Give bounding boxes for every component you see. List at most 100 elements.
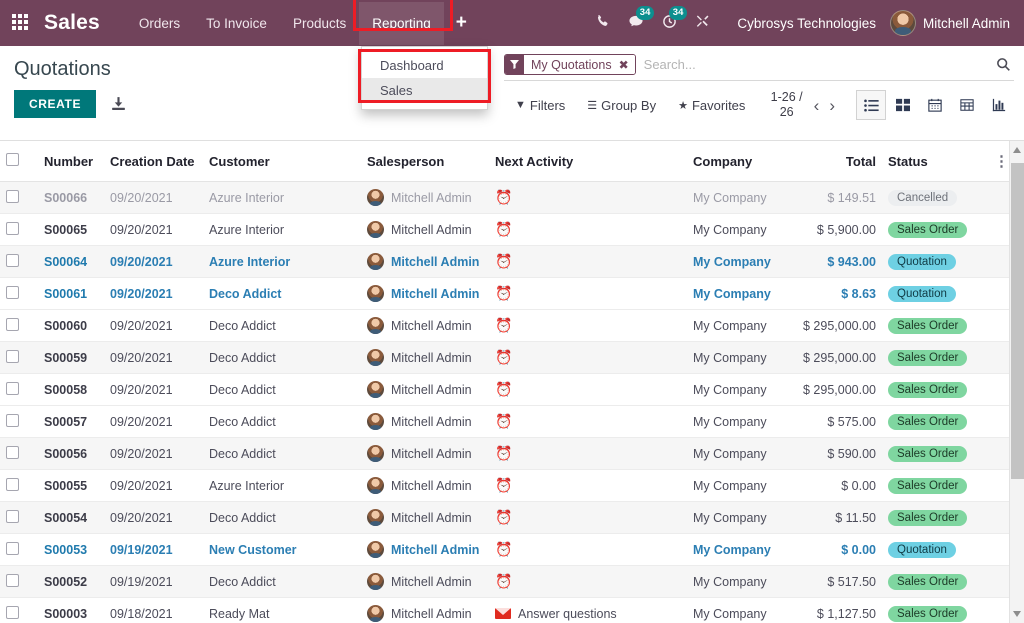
create-button[interactable]: CREATE [14, 90, 96, 118]
mail-envelope-icon[interactable] [495, 608, 511, 619]
column-header-company[interactable]: Company [687, 141, 792, 182]
cell-number[interactable]: S00054 [38, 502, 104, 534]
import-download-icon[interactable] [110, 96, 127, 113]
row-checkbox[interactable] [6, 382, 19, 395]
search-input[interactable] [636, 55, 988, 75]
column-header-customer[interactable]: Customer [203, 141, 361, 182]
cell-number[interactable]: S00003 [38, 598, 104, 623]
scroll-up-arrow[interactable] [1013, 147, 1021, 153]
column-header-next-activity[interactable]: Next Activity [489, 141, 687, 182]
dropdown-item-dashboard[interactable]: Dashboard [362, 53, 487, 78]
cell-number[interactable]: S00061 [38, 278, 104, 310]
pager-count[interactable]: 1-26 / 26 [765, 90, 809, 120]
clock-icon[interactable]: ⏰ [495, 381, 512, 398]
row-checkbox[interactable] [6, 222, 19, 235]
clock-icon[interactable]: ⏰ [495, 509, 512, 526]
nav-item-to-invoice[interactable]: To Invoice [193, 2, 280, 45]
table-row[interactable]: S0005509/20/2021Azure InteriorMitchell A… [0, 470, 1009, 502]
clock-icon[interactable]: ⏰ [495, 221, 512, 238]
row-checkbox[interactable] [6, 350, 19, 363]
phone-icon[interactable] [586, 8, 619, 38]
table-row[interactable]: S0006609/20/2021Azure InteriorMitchell A… [0, 182, 1009, 214]
clock-icon[interactable]: ⏰ [495, 349, 512, 366]
table-row[interactable]: S0006009/20/2021Deco AddictMitchell Admi… [0, 310, 1009, 342]
graph-view-icon[interactable] [984, 90, 1014, 120]
kanban-view-icon[interactable] [888, 90, 918, 120]
table-row[interactable]: S0005609/20/2021Deco AddictMitchell Admi… [0, 438, 1009, 470]
row-checkbox[interactable] [6, 414, 19, 427]
row-checkbox[interactable] [6, 254, 19, 267]
vertical-scrollbar[interactable] [1009, 141, 1024, 623]
clock-icon[interactable]: ⏰ [495, 573, 512, 590]
apps-grid-icon[interactable] [12, 14, 30, 32]
group-by-menu[interactable]: ☰ Group By [576, 96, 667, 115]
clock-icon[interactable]: ⏰ [495, 413, 512, 430]
nav-item-products[interactable]: Products [280, 2, 359, 45]
column-header-salesperson[interactable]: Salesperson [361, 141, 489, 182]
scrollbar-thumb[interactable] [1011, 163, 1024, 479]
table-row[interactable]: S0006409/20/2021Azure InteriorMitchell A… [0, 246, 1009, 278]
row-checkbox[interactable] [6, 606, 19, 619]
dropdown-item-sales[interactable]: Sales [362, 78, 487, 103]
row-checkbox[interactable] [6, 446, 19, 459]
app-brand-sales[interactable]: Sales [44, 11, 100, 35]
clock-icon[interactable]: ⏰ [495, 189, 512, 206]
column-header-number[interactable]: Number [38, 141, 104, 182]
cell-number[interactable]: S00053 [38, 534, 104, 566]
table-row[interactable]: S0006509/20/2021Azure InteriorMitchell A… [0, 214, 1009, 246]
cell-number[interactable]: S00055 [38, 470, 104, 502]
nav-item-add[interactable]: + [444, 2, 479, 44]
row-checkbox[interactable] [6, 318, 19, 331]
chevron-left-icon[interactable]: ‹ [809, 97, 825, 114]
select-all-checkbox[interactable] [6, 153, 19, 166]
row-checkbox[interactable] [6, 542, 19, 555]
table-row[interactable]: S0005309/19/2021New CustomerMitchell Adm… [0, 534, 1009, 566]
clock-icon[interactable]: ⏰ [495, 317, 512, 334]
table-row[interactable]: S0005709/20/2021Deco AddictMitchell Admi… [0, 406, 1009, 438]
cell-number[interactable]: S00064 [38, 246, 104, 278]
cell-number[interactable]: S00052 [38, 566, 104, 598]
messages-icon[interactable]: 34 [619, 8, 653, 38]
clock-icon[interactable]: ⏰ [495, 253, 512, 270]
row-checkbox[interactable] [6, 478, 19, 491]
row-checkbox[interactable] [6, 190, 19, 203]
cell-number[interactable]: S00057 [38, 406, 104, 438]
cell-number[interactable]: S00060 [38, 310, 104, 342]
table-row[interactable]: S0005909/20/2021Deco AddictMitchell Admi… [0, 342, 1009, 374]
pivot-view-icon[interactable] [952, 90, 982, 120]
nav-item-orders[interactable]: Orders [126, 2, 193, 45]
nav-item-reporting[interactable]: Reporting [359, 2, 444, 45]
column-header-total[interactable]: Total [792, 141, 882, 182]
close-icon[interactable]: ✖ [617, 55, 635, 74]
filters-menu[interactable]: ▼ Filters [504, 96, 576, 115]
cell-number[interactable]: S00058 [38, 374, 104, 406]
table-row[interactable]: S0006109/20/2021Deco AddictMitchell Admi… [0, 278, 1009, 310]
company-switcher[interactable]: Cybrosys Technologies [719, 16, 890, 31]
cell-number[interactable]: S00059 [38, 342, 104, 374]
calendar-view-icon[interactable] [920, 90, 950, 120]
row-checkbox[interactable] [6, 286, 19, 299]
chevron-right-icon[interactable]: › [824, 97, 840, 114]
favorites-menu[interactable]: ★ Favorites [667, 96, 756, 115]
row-checkbox[interactable] [6, 510, 19, 523]
list-view-icon[interactable] [856, 90, 886, 120]
cell-number[interactable]: S00065 [38, 214, 104, 246]
column-header-creation-date[interactable]: Creation Date [104, 141, 203, 182]
table-row[interactable]: S0005409/20/2021Deco AddictMitchell Admi… [0, 502, 1009, 534]
clock-icon[interactable]: ⏰ [495, 445, 512, 462]
cell-number[interactable]: S00066 [38, 182, 104, 214]
user-menu[interactable]: Mitchell Admin [890, 10, 1014, 36]
row-checkbox[interactable] [6, 574, 19, 587]
table-row[interactable]: S0000309/18/2021Ready MatMitchell AdminA… [0, 598, 1009, 623]
table-row[interactable]: S0005809/20/2021Deco AddictMitchell Admi… [0, 374, 1009, 406]
search-facet-my-quotations[interactable]: My Quotations ✖ [504, 54, 636, 75]
clock-icon[interactable]: ⏰ [495, 477, 512, 494]
debug-tools-icon[interactable] [686, 8, 719, 38]
clock-icon[interactable]: ⏰ [495, 541, 512, 558]
vertical-dots-icon[interactable]: ⋮ [994, 154, 1003, 169]
cell-number[interactable]: S00056 [38, 438, 104, 470]
search-icon[interactable] [988, 57, 1014, 72]
activities-clock-icon[interactable]: 34 [653, 8, 686, 38]
scroll-down-arrow[interactable] [1013, 611, 1021, 617]
column-header-status[interactable]: Status [882, 141, 988, 182]
